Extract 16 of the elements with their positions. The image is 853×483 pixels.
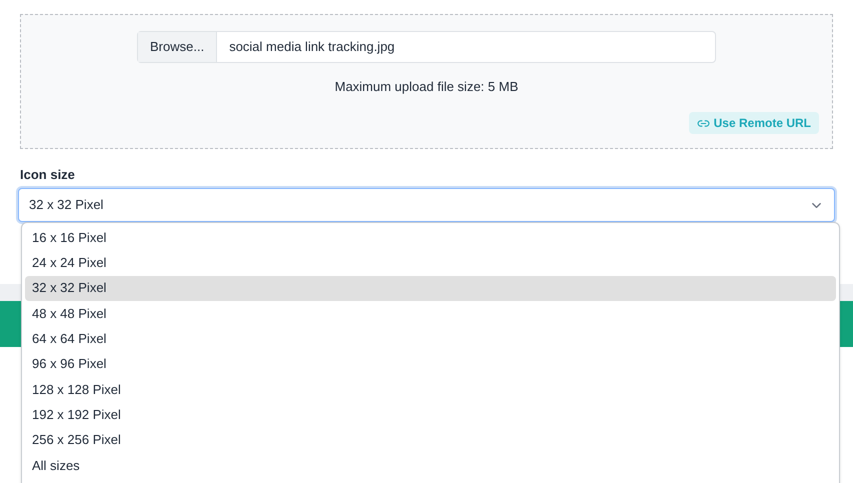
dropdown-option[interactable]: 128 x 128 Pixel <box>25 376 836 402</box>
dropdown-option[interactable]: 48 x 48 Pixel <box>25 300 836 326</box>
dropdown-option[interactable]: 16 x 16 Pixel <box>25 225 836 250</box>
dropdown-option[interactable]: 64 x 64 Pixel <box>25 326 836 352</box>
dropdown-option[interactable]: All sizes <box>25 452 836 478</box>
dropdown-option[interactable]: 24 x 24 Pixel <box>25 250 836 276</box>
icon-size-select[interactable]: 32 x 32 Pixel <box>18 188 835 222</box>
dropdown-option[interactable]: 192 x 192 Pixel <box>25 402 836 428</box>
dropdown-option[interactable]: 96 x 96 Pixel <box>25 351 836 377</box>
browse-button[interactable]: Browse... <box>138 32 218 62</box>
dropdown-option[interactable]: 256 x 256 Pixel <box>25 427 836 453</box>
dropdown-option[interactable]: 32 x 32 Pixel <box>25 276 836 301</box>
file-field[interactable]: Browse... social media link tracking.jpg <box>137 31 716 63</box>
upload-hint: Maximum upload file size: 5 MB <box>334 78 518 96</box>
file-name: social media link tracking.jpg <box>228 38 396 56</box>
field-label: Icon size <box>20 166 76 184</box>
